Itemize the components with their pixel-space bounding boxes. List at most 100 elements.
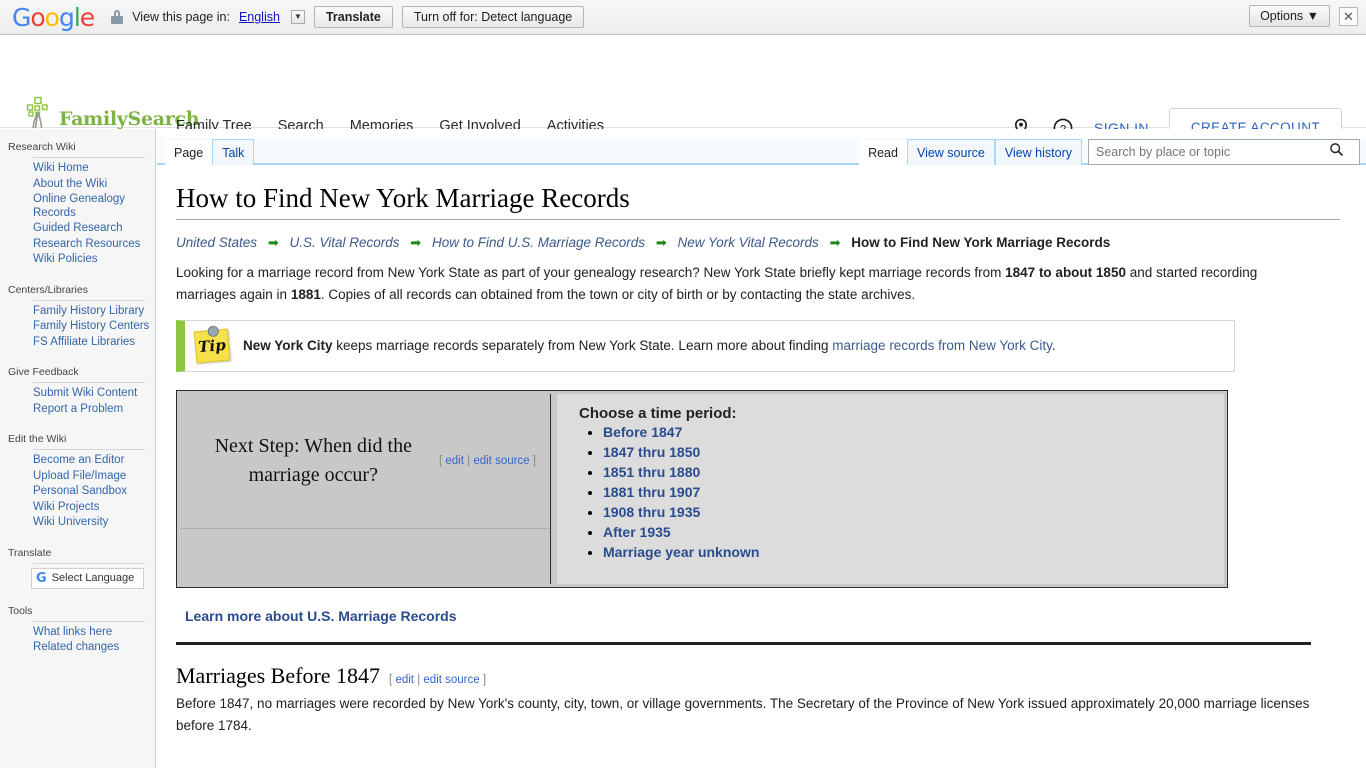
search-icon[interactable] <box>1329 142 1344 162</box>
view-tabs: Read View source View history <box>859 138 1360 165</box>
sidebar-item-related-changes[interactable]: Related changes <box>0 640 155 656</box>
tip-tail: . <box>1051 338 1056 353</box>
family-tree-icon <box>24 96 58 130</box>
content-area: Page Talk Read View source View history … <box>157 129 1366 768</box>
time-period-after-1935[interactable]: After 1935 <box>603 524 671 540</box>
edit-source-link[interactable]: edit source <box>473 455 529 467</box>
site-header: FamilySearch Family Tree Search Memories… <box>0 36 1366 147</box>
breadcrumb: United States ➡ U.S. Vital Records ➡ How… <box>176 233 1340 253</box>
tip-bold: New York City <box>243 338 333 353</box>
sidebar-item-fs-affiliate-libraries[interactable]: FS Affiliate Libraries <box>0 335 155 351</box>
sidebar-item-wiki-home[interactable]: Wiki Home <box>0 161 155 177</box>
sidebar-item-wiki-university[interactable]: Wiki University <box>0 515 155 531</box>
tab-page[interactable]: Page <box>165 140 213 165</box>
translate-button[interactable]: Translate <box>313 6 393 28</box>
tab-talk[interactable]: Talk <box>212 139 255 165</box>
sidebar-item-what-links-here[interactable]: What links here <box>0 625 155 641</box>
edit-link[interactable]: edit <box>395 674 414 686</box>
select-language-label: Select Language <box>51 572 135 584</box>
sidebar-section-edit-the-wiki: Edit the Wiki <box>8 433 67 445</box>
intro-text-3: . Copies of all records can obtained fro… <box>320 287 916 302</box>
next-step-edit-links: [ edit | edit source ] <box>433 455 536 467</box>
translate-prompt-label: View this page in: <box>132 10 230 24</box>
divider <box>33 299 145 301</box>
choose-time-period-heading: Choose a time period: <box>579 405 737 422</box>
namespace-tabs: Page Talk <box>165 138 255 165</box>
bracket-close: ] <box>482 674 487 686</box>
list-item: 1847 thru 1850 <box>603 444 1224 462</box>
breadcrumb-item-new-york-vital-records[interactable]: New York Vital Records <box>677 235 818 250</box>
pipe-separator: | <box>417 674 421 686</box>
sidebar-item-guided-research[interactable]: Guided Research <box>0 221 155 237</box>
sidebar-item-become-an-editor[interactable]: Become an Editor <box>0 453 155 469</box>
breadcrumb-current: How to Find New York Marriage Records <box>851 235 1111 250</box>
time-period-list: Before 1847 1847 thru 1850 1851 thru 188… <box>579 424 1224 562</box>
turn-off-translate-button[interactable]: Turn off for: Detect language <box>401 6 585 28</box>
tab-view-history[interactable]: View history <box>994 139 1082 165</box>
breadcrumb-item-united-states[interactable]: United States <box>176 235 257 250</box>
arrow-right-icon: ➡ <box>829 235 841 250</box>
translate-options-button[interactable]: Options ▼ <box>1249 5 1330 27</box>
tip-body: keeps marriage records separately from N… <box>332 338 833 353</box>
sidebar-item-family-history-centers[interactable]: Family History Centers <box>0 319 155 335</box>
sidebar-item-wiki-projects[interactable]: Wiki Projects <box>0 500 155 516</box>
edit-link[interactable]: edit <box>445 455 464 467</box>
pipe-separator: | <box>467 455 471 467</box>
bracket-open: [ <box>389 674 393 686</box>
sidebar-item-family-history-library[interactable]: Family History Library <box>0 304 155 320</box>
time-period-1908-thru-1935[interactable]: 1908 thru 1935 <box>603 504 700 520</box>
learn-more-us-marriage-records-link[interactable]: Learn more about U.S. Marriage Records <box>185 608 457 624</box>
sidebar-section-translate: Translate <box>8 546 52 559</box>
time-period-before-1847[interactable]: Before 1847 <box>603 424 682 440</box>
sidebar-item-personal-sandbox[interactable]: Personal Sandbox <box>0 484 155 500</box>
chevron-down-icon[interactable]: ▼ <box>290 10 305 24</box>
list-item: Before 1847 <box>603 424 1224 442</box>
sidebar-item-online-genealogy-records[interactable]: Online Genealogy Records <box>0 192 155 221</box>
sidebar-item-about-the-wiki[interactable]: About the Wiki <box>0 177 155 193</box>
title-divider <box>176 219 1340 220</box>
sidebar-section-tools: Tools <box>8 604 33 617</box>
tab-view-source[interactable]: View source <box>906 139 995 165</box>
familysearch-logo[interactable]: FamilySearch <box>24 96 200 130</box>
google-translate-bar: Google View this page in: English ▼ Tran… <box>0 0 1366 35</box>
breadcrumb-item-how-to-find-us-marriage-records[interactable]: How to Find U.S. Marriage Records <box>432 235 645 250</box>
section-heading-row: Marriages Before 1847 [ edit | edit sour… <box>176 645 1340 693</box>
translate-language-link[interactable]: English <box>239 10 280 24</box>
tip-link-nyc-marriage-records[interactable]: marriage records from New York City <box>832 338 1052 353</box>
edit-source-link[interactable]: edit source <box>423 674 479 686</box>
divider <box>33 382 145 383</box>
sidebar-item-research-resources[interactable]: Research Resources <box>0 237 155 253</box>
time-period-1881-thru-1907[interactable]: 1881 thru 1907 <box>603 484 700 500</box>
sidebar-section-centers-libraries: Centers/Libraries <box>8 283 88 296</box>
select-language-dropdown[interactable]: G Select Language <box>31 567 144 589</box>
sidebar-item-wiki-policies[interactable]: Wiki Policies <box>0 252 155 268</box>
sidebar-item-upload-file-image[interactable]: Upload File/Image <box>0 469 155 485</box>
google-logo: Google <box>12 2 95 32</box>
divider <box>33 157 145 158</box>
google-g-icon: G <box>36 570 47 586</box>
list-item: 1908 thru 1935 <box>603 504 1224 522</box>
time-period-1847-thru-1850[interactable]: 1847 thru 1850 <box>603 444 700 460</box>
tip-text: New York City keeps marriage records sep… <box>243 336 1056 356</box>
breadcrumb-item-us-vital-records[interactable]: U.S. Vital Records <box>289 235 399 250</box>
sidebar-section-give-feedback: Give Feedback <box>8 366 79 378</box>
sidebar-section-research-wiki: Research Wiki <box>8 141 76 153</box>
sidebar-item-report-a-problem[interactable]: Report a Problem <box>0 402 155 418</box>
arrow-right-icon: ➡ <box>655 235 667 250</box>
wiki-tab-bar: Page Talk Read View source View history <box>157 129 1366 165</box>
page-title: How to Find New York Marriage Records <box>176 183 630 213</box>
tip-callout: Tip New York City keeps marriage records… <box>176 320 1235 372</box>
search-box[interactable] <box>1088 139 1360 165</box>
time-period-marriage-year-unknown[interactable]: Marriage year unknown <box>603 544 759 560</box>
close-icon[interactable]: ✕ <box>1339 6 1358 26</box>
tab-read[interactable]: Read <box>859 140 907 165</box>
list-item: 1851 thru 1880 <box>603 464 1224 482</box>
section-edit-links: [ edit | edit source ] <box>389 674 486 686</box>
intro-text-1: Looking for a marriage record from New Y… <box>176 265 1006 280</box>
sidebar-item-submit-wiki-content[interactable]: Submit Wiki Content <box>0 386 155 402</box>
intro-bold-2: 1881 <box>290 287 321 302</box>
time-period-1851-thru-1880[interactable]: 1851 thru 1880 <box>603 464 700 480</box>
divider <box>33 562 145 564</box>
section-title: Marriages Before 1847 <box>176 663 381 688</box>
search-input[interactable] <box>1089 144 1329 160</box>
